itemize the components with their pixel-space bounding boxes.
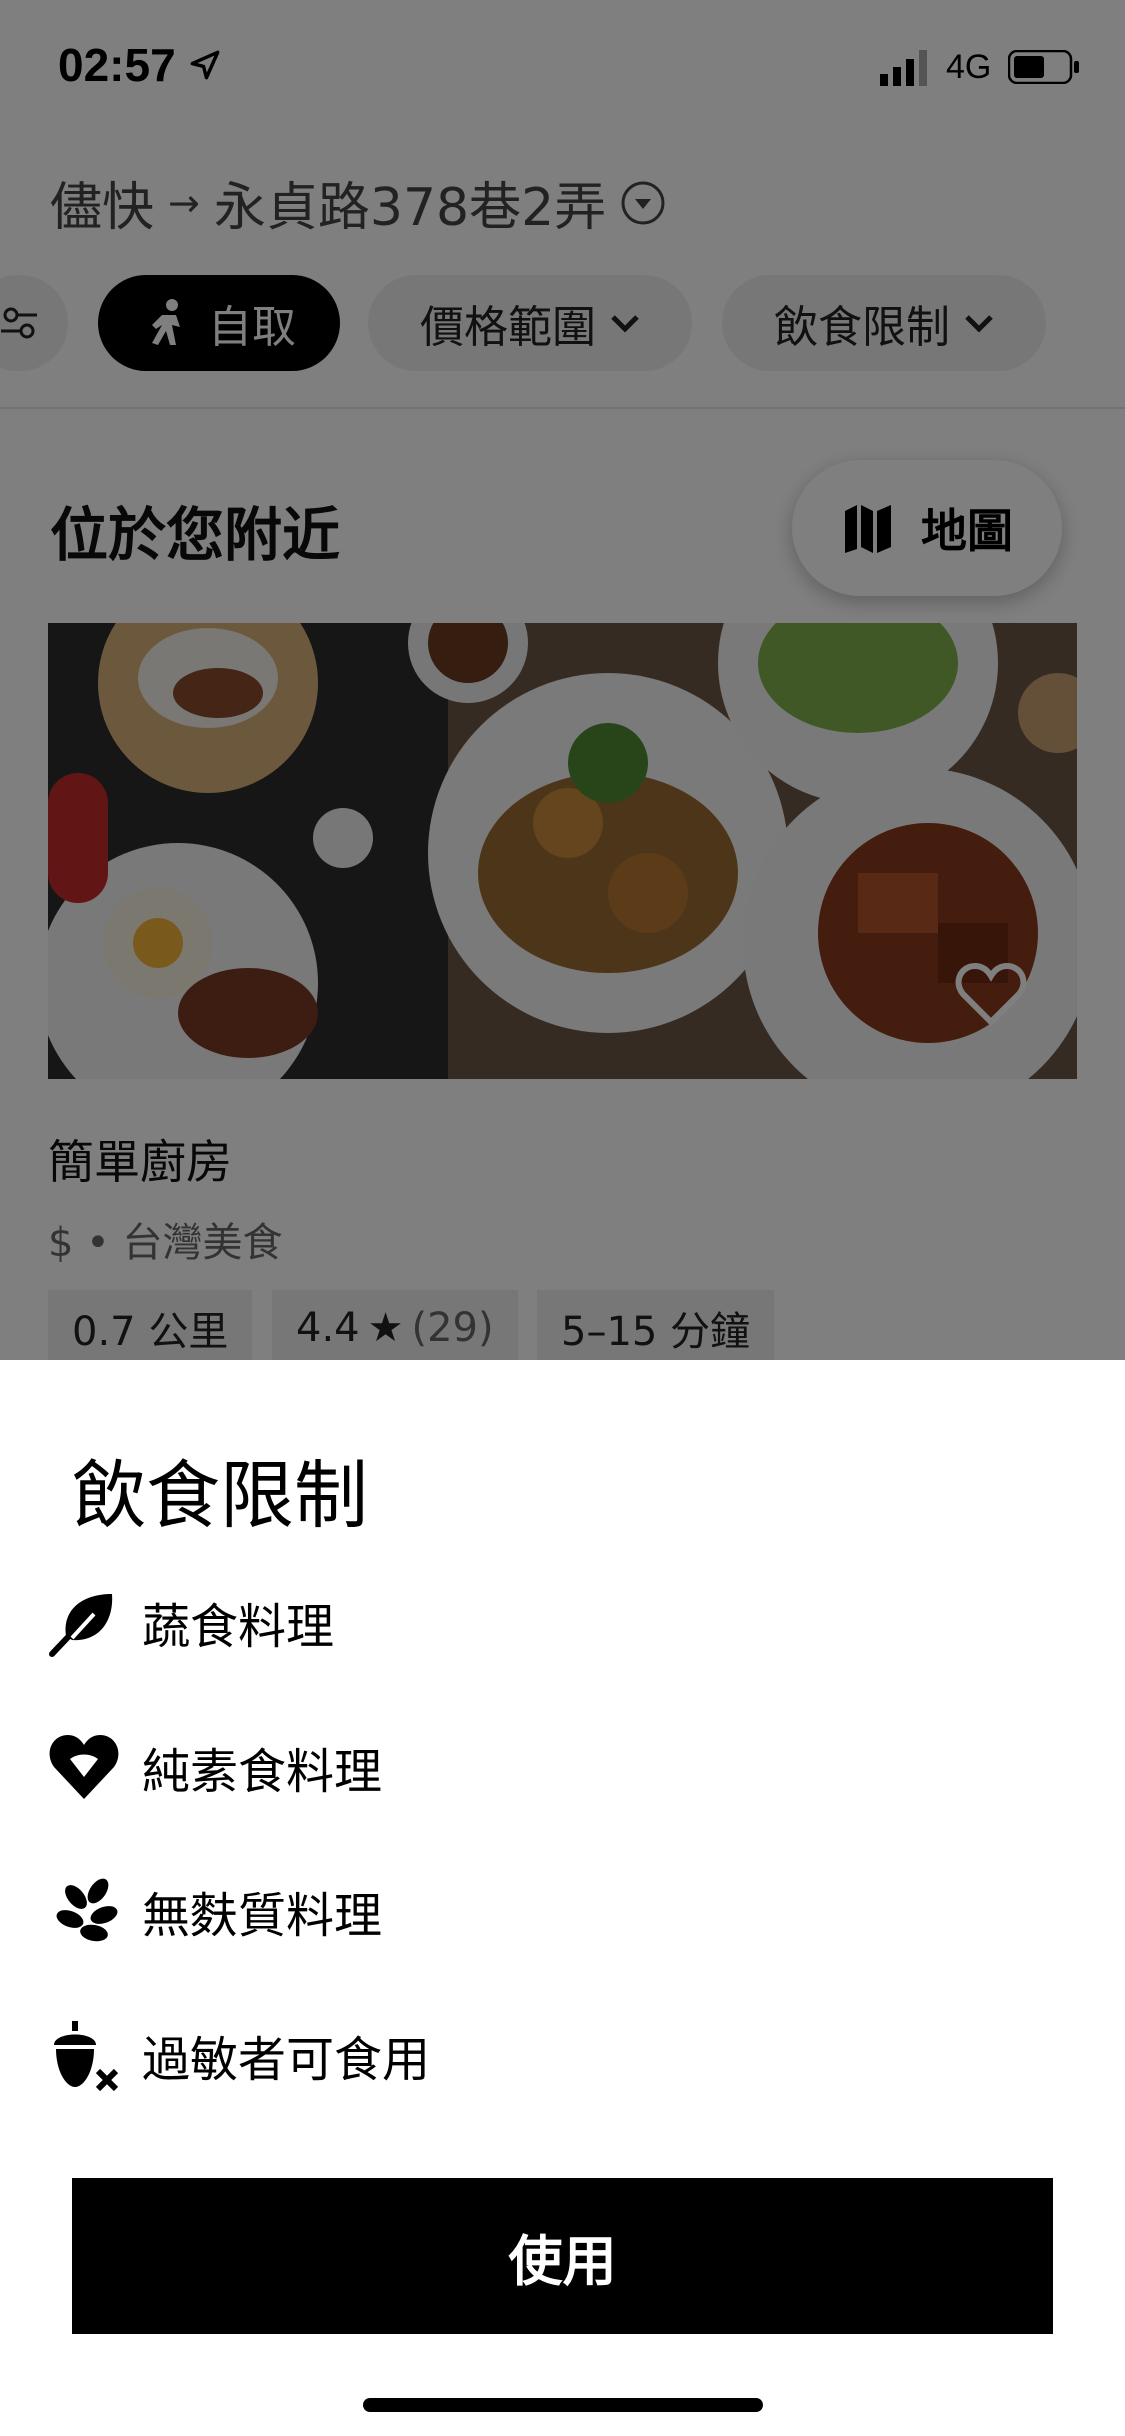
sheet-title: 飲食限制	[72, 1453, 368, 1539]
heart-leaf-icon	[49, 1735, 119, 1799]
option-gluten-free[interactable]: 無麩質料理	[48, 1866, 1048, 1956]
option-vegetarian[interactable]: 蔬食料理	[48, 1577, 1048, 1667]
apply-button[interactable]: 使用	[72, 2178, 1053, 2334]
option-label: 純素食料理	[142, 1744, 383, 1800]
wheat-icon	[56, 1878, 118, 1942]
option-label: 過敏者可食用	[142, 2032, 431, 2088]
leaf-icon	[49, 1594, 113, 1657]
home-indicator[interactable]	[363, 2398, 763, 2412]
option-label: 蔬食料理	[142, 1599, 335, 1655]
modal-backdrop[interactable]	[0, 0, 1125, 1360]
acorn-x-icon	[54, 2021, 119, 2091]
option-label: 無麩質料理	[142, 1888, 383, 1944]
option-vegan[interactable]: 純素食料理	[48, 1722, 1048, 1812]
option-allergy-friendly[interactable]: 過敏者可食用	[48, 2010, 1048, 2100]
